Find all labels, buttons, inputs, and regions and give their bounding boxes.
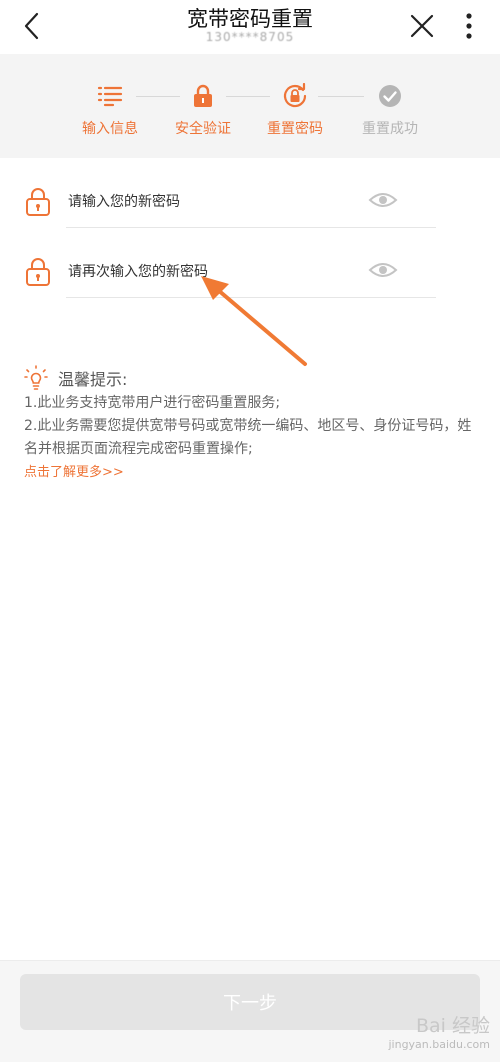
new-password-field[interactable]: 请输入您的新密码 bbox=[24, 172, 436, 228]
lock-icon bbox=[194, 84, 212, 107]
more-menu-button[interactable] bbox=[456, 8, 482, 44]
step-label: 重置密码 bbox=[267, 121, 323, 137]
eye-icon[interactable] bbox=[368, 190, 398, 210]
lock-icon bbox=[26, 258, 50, 286]
lock-reset-icon bbox=[283, 83, 307, 108]
tips-line-1: 1.此业务支持宽带用户进行密码重置服务; bbox=[24, 395, 281, 411]
close-icon bbox=[410, 14, 434, 38]
more-vertical-icon bbox=[466, 13, 472, 39]
step-label: 重置成功 bbox=[362, 121, 418, 137]
tips-header: 温馨提示: bbox=[24, 364, 480, 392]
learn-more-link[interactable]: 点击了解更多>> bbox=[24, 462, 480, 484]
bottom-action-bar: 下一步 Bai 经验 jingyan.baidu.com bbox=[0, 960, 500, 1062]
step-label: 输入信息 bbox=[82, 121, 138, 137]
new-password-input[interactable]: 请输入您的新密码 bbox=[68, 191, 180, 211]
step-label: 安全验证 bbox=[175, 121, 231, 137]
eye-icon[interactable] bbox=[368, 260, 398, 280]
confirm-password-input[interactable]: 请再次输入您的新密码 bbox=[68, 261, 208, 281]
lightbulb-icon bbox=[24, 365, 48, 390]
annotation-arrow-icon bbox=[201, 276, 307, 366]
app-header: 宽带密码重置 130****8705 bbox=[0, 0, 500, 54]
watermark-logo: Bai 经验 bbox=[416, 1015, 490, 1037]
lock-icon bbox=[26, 188, 50, 216]
progress-steps: 输入信息 安全验证 重置密码 重置成功 bbox=[0, 54, 500, 158]
tips-section: 温馨提示: 1.此业务支持宽带用户进行密码重置服务; 2.此业务需要您提供宽带号… bbox=[24, 364, 480, 484]
tips-title: 温馨提示: bbox=[58, 370, 128, 389]
watermark: Bai 经验 jingyan.baidu.com bbox=[380, 1011, 490, 1061]
watermark-url: jingyan.baidu.com bbox=[388, 1038, 490, 1051]
close-button[interactable] bbox=[404, 8, 440, 44]
tips-line-2: 2.此业务需要您提供宽带号码或宽带统一编码、地区号、身份证号码，姓名并根据页面流… bbox=[24, 418, 472, 457]
step-input-info: 输入信息 bbox=[70, 82, 150, 138]
check-circle-icon bbox=[379, 85, 401, 107]
field-divider bbox=[66, 227, 436, 228]
step-security-verify: 安全验证 bbox=[163, 82, 243, 138]
step-reset-password: 重置密码 bbox=[255, 82, 335, 138]
list-icon bbox=[97, 86, 123, 107]
step-reset-success: 重置成功 bbox=[350, 82, 430, 138]
